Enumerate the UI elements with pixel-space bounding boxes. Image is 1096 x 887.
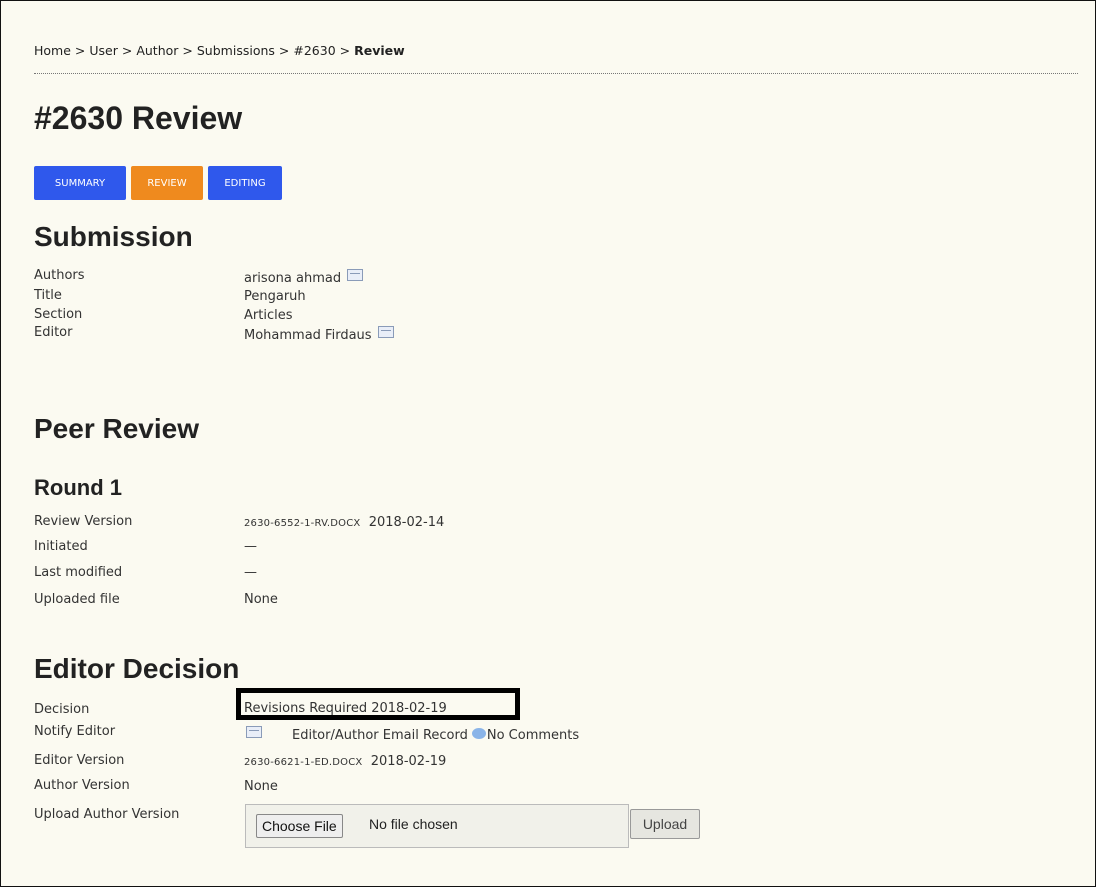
section-value: Articles: [244, 308, 293, 323]
uploaded-file-value: None: [244, 592, 278, 607]
comments-value: No Comments: [486, 728, 580, 743]
submission-heading: Submission: [34, 221, 193, 252]
round-heading: Round 1: [34, 475, 122, 500]
last-modified-label: Last modified: [34, 565, 123, 580]
upload-author-version-label: Upload Author Version: [34, 807, 180, 822]
page-frame: Home > User > Author > Submissions > #26…: [0, 0, 1096, 887]
review-version-date: 2018-02-14: [368, 515, 445, 530]
breadcrumb-current[interactable]: Review: [354, 43, 405, 58]
editor-version-date: 2018-02-19: [370, 754, 447, 769]
mail-icon[interactable]: [347, 269, 364, 281]
author-version-label: Author Version: [34, 778, 130, 793]
section-label: Section: [34, 307, 83, 322]
author-name: arisona ahmad: [244, 271, 342, 286]
editor-version-label: Editor Version: [34, 753, 125, 768]
tab-summary[interactable]: SUMMARY: [34, 166, 126, 200]
mail-icon[interactable]: [377, 326, 394, 338]
page-title: #2630 Review: [34, 100, 243, 136]
comment-icon[interactable]: [471, 728, 486, 739]
mail-icon[interactable]: [246, 726, 262, 738]
uploaded-file-label: Uploaded file: [34, 592, 120, 607]
notify-editor-value: Editor/Author Email Record No Comments: [244, 726, 579, 743]
decision-label: Decision: [34, 702, 90, 717]
editor-name: Mohammad Firdaus: [244, 328, 372, 343]
breadcrumb-separator: >: [74, 43, 86, 58]
editor-value: Mohammad Firdaus: [244, 326, 394, 343]
breadcrumb-separator: >: [182, 43, 193, 58]
breadcrumb-submission-id[interactable]: #2630: [293, 43, 335, 58]
breadcrumb-separator: >: [121, 43, 133, 58]
breadcrumb-home[interactable]: Home: [34, 43, 71, 58]
peer-review-heading: Peer Review: [34, 413, 199, 444]
decision-highlight-box: [236, 688, 520, 720]
review-version-value: 2630-6552-1-RV.DOCX 2018-02-14: [244, 515, 444, 530]
breadcrumb-user[interactable]: User: [89, 43, 118, 58]
title-label: Title: [34, 288, 62, 303]
header-divider: [34, 73, 1078, 74]
editor-label: Editor: [34, 325, 73, 340]
file-status-text: No file chosen: [369, 816, 458, 832]
tab-review[interactable]: REVIEW: [131, 166, 203, 200]
breadcrumb: Home > User > Author > Submissions > #26…: [34, 43, 405, 58]
review-version-file-link[interactable]: 2630-6552-1-RV.DOCX: [244, 518, 360, 529]
editor-version-file-link[interactable]: 2630-6621-1-ED.DOCX: [244, 757, 363, 768]
initiated-label: Initiated: [34, 539, 88, 554]
last-modified-value: —: [244, 565, 257, 580]
editor-decision-heading: Editor Decision: [34, 653, 240, 684]
breadcrumb-author[interactable]: Author: [136, 43, 178, 58]
editor-version-value: 2630-6621-1-ED.DOCX 2018-02-19: [244, 754, 446, 769]
author-version-value: None: [244, 779, 278, 794]
breadcrumb-separator: >: [278, 43, 290, 58]
breadcrumb-submissions[interactable]: Submissions: [197, 43, 275, 58]
choose-file-button[interactable]: Choose File: [256, 814, 343, 838]
email-record-link[interactable]: Editor/Author Email Record: [292, 728, 468, 743]
title-value: Pengaruh: [244, 289, 306, 304]
review-version-label: Review Version: [34, 514, 133, 529]
authors-value: arisona ahmad: [244, 269, 364, 286]
upload-button[interactable]: Upload: [630, 809, 700, 839]
initiated-value: —: [244, 539, 257, 554]
notify-editor-label: Notify Editor: [34, 724, 116, 739]
authors-label: Authors: [34, 268, 85, 283]
breadcrumb-separator: >: [339, 43, 351, 58]
tab-editing[interactable]: EDITING: [208, 166, 282, 200]
